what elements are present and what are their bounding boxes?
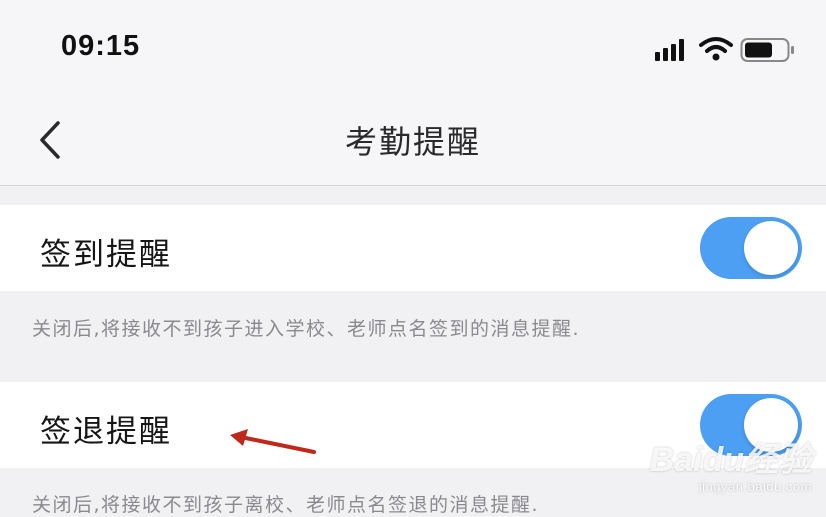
status-bar: 09:15 — [0, 0, 826, 95]
status-time: 09:15 — [61, 30, 141, 62]
wifi-icon — [699, 37, 733, 61]
annotation-arrow-icon — [230, 429, 316, 454]
toggle-knob — [744, 221, 798, 275]
watermark-brand: Baidu经验 — [649, 441, 812, 479]
setting-label: 签到提醒 — [40, 237, 172, 273]
sign-in-reminder-toggle[interactable] — [700, 217, 802, 279]
page-title: 考勤提醒 — [344, 123, 481, 161]
sign-in-hint: 关闭后,将接收不到孩子进入学校、老师点名签到的消息提醒. — [32, 318, 581, 340]
setting-label: 签退提醒 — [40, 414, 172, 450]
setting-row-sign-in: 签到提醒 — [0, 205, 826, 291]
watermark-url: jingyan.baidu.com — [698, 479, 812, 494]
navigation-bar: 考勤提醒 — [0, 95, 826, 186]
battery-icon — [740, 38, 794, 62]
sign-out-hint: 关闭后,将接收不到孩子离校、老师点名签退的消息提醒. — [32, 494, 540, 516]
signal-icon — [655, 39, 684, 61]
watermark: Baidu经验 jingyan.baidu.com — [650, 432, 812, 494]
